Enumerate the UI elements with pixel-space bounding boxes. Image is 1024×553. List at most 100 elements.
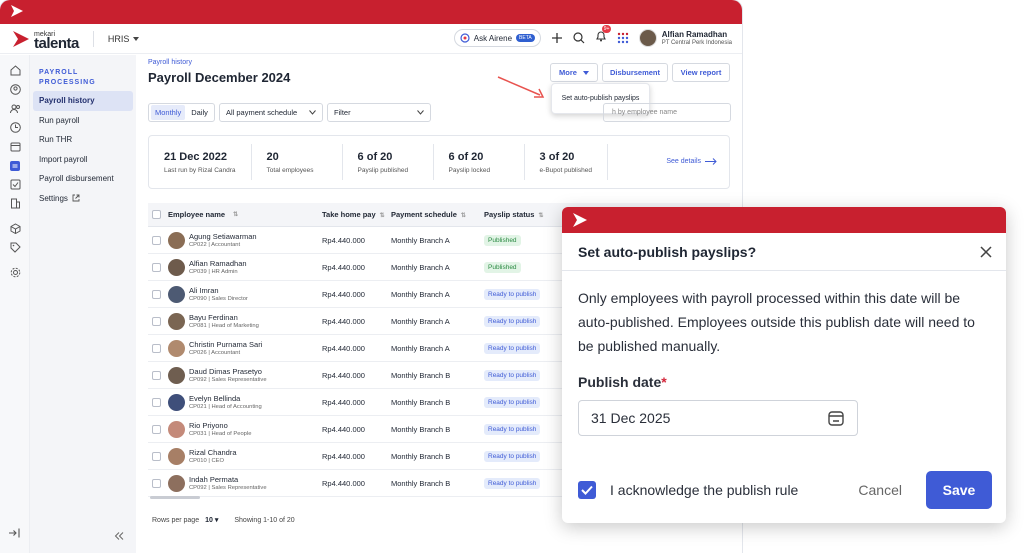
row-checkbox[interactable]: [151, 397, 161, 407]
employee-name[interactable]: Rizal Chandra: [189, 448, 237, 457]
collapse-sidebar-button[interactable]: [114, 531, 124, 543]
employee-id-role: CP081 | Head of Marketing: [189, 322, 259, 329]
rail-company[interactable]: [0, 194, 30, 213]
showing-count: Showing 1-10 of 20: [234, 516, 295, 524]
chevron-down-icon: [309, 110, 316, 115]
employee-name[interactable]: Bayu Ferdinan: [189, 313, 259, 322]
calendar-icon[interactable]: [827, 409, 845, 427]
rail-benefits[interactable]: [0, 238, 30, 257]
employee-id-role: CP010 | CEO: [189, 457, 225, 464]
col-payment-schedule[interactable]: Payment schedule ⇅: [391, 210, 484, 219]
publish-date-value: 31 Dec 2025: [591, 410, 671, 426]
publish-date-label-text: Publish date: [578, 374, 662, 390]
rail-home[interactable]: [0, 61, 30, 80]
module-switcher[interactable]: HRIS: [108, 34, 140, 44]
sidebar-item-payroll-disbursement[interactable]: Payroll disbursement: [30, 169, 136, 189]
sidebar-item-run-payroll[interactable]: Run payroll: [30, 111, 136, 131]
apps-grid-icon[interactable]: [617, 32, 629, 44]
calendar-icon: [10, 142, 20, 152]
rail-team[interactable]: [0, 99, 30, 118]
col-label: Employee name: [168, 210, 226, 219]
user-menu[interactable]: Alfian Ramadhan PT Central Perk Indonesi…: [638, 29, 732, 47]
search-icon[interactable]: [573, 32, 585, 44]
mekari-logo-icon: [11, 5, 23, 17]
plus-icon[interactable]: [551, 32, 563, 44]
employee-name[interactable]: Evelyn Bellinda: [189, 394, 262, 403]
employee-name[interactable]: Rio Priyono: [189, 421, 251, 430]
rail-payroll[interactable]: [0, 156, 30, 175]
rail-people[interactable]: [0, 80, 30, 99]
filter-value: Filter: [333, 108, 351, 117]
row-checkbox[interactable]: [151, 478, 161, 488]
rows-per-page-select[interactable]: 10 ▾: [205, 516, 218, 524]
employee-name[interactable]: Alfian Ramadhan: [189, 259, 247, 268]
employee-name[interactable]: Daud Dimas Prasetyo: [189, 367, 267, 376]
rail-tasks[interactable]: [0, 175, 30, 194]
breadcrumb[interactable]: Payroll history: [148, 59, 192, 66]
filter-select[interactable]: Filter: [326, 103, 431, 122]
close-icon[interactable]: [980, 245, 992, 258]
col-payslip-status[interactable]: Payslip status ⇅: [484, 210, 564, 219]
cancel-button[interactable]: Cancel: [858, 482, 902, 498]
brand-name: talenta: [34, 34, 79, 52]
row-checkbox[interactable]: [151, 343, 161, 353]
row-checkbox[interactable]: [151, 289, 161, 299]
horizontal-scrollbar[interactable]: [150, 496, 200, 499]
see-details-link[interactable]: See details: [666, 158, 717, 165]
menu-item-set-auto-publish[interactable]: Set auto-publish payslips: [562, 95, 640, 102]
publish-date-input[interactable]: 31 Dec 2025: [578, 400, 858, 436]
tab-daily[interactable]: Daily: [187, 105, 212, 120]
rail-assets[interactable]: [0, 219, 30, 238]
logout-button[interactable]: [8, 525, 20, 543]
payment-schedule: Monthly Branch B: [391, 397, 451, 407]
employee-name[interactable]: Agung Setiawarman: [189, 232, 257, 241]
table-footer: Rows per page 10 ▾ Showing 1-10 of 20: [152, 516, 295, 525]
ask-airene-label: Ask Airene: [473, 33, 513, 43]
row-checkbox[interactable]: [151, 235, 161, 245]
sidebar-item-settings[interactable]: Settings: [30, 189, 136, 209]
disbursement-button[interactable]: Disbursement: [602, 63, 668, 82]
employee-name[interactable]: Indah Permata: [189, 475, 267, 484]
rail-time[interactable]: [0, 118, 30, 137]
tab-monthly[interactable]: Monthly: [151, 105, 186, 120]
sidebar-item-import-payroll[interactable]: Import payroll: [30, 150, 136, 170]
employee-avatar: [168, 366, 185, 384]
user-avatar: [638, 29, 657, 47]
view-report-button[interactable]: View report: [672, 63, 730, 82]
employee-search-input[interactable]: h by employee name: [603, 103, 731, 122]
see-details-label: See details: [666, 158, 701, 165]
more-button[interactable]: More: [550, 63, 598, 82]
row-checkbox[interactable]: [151, 316, 161, 326]
rail-calendar[interactable]: [0, 137, 30, 156]
notification-button[interactable]: 9+: [595, 25, 612, 47]
status-badge: Ready to publish: [484, 315, 541, 327]
col-take-home-pay[interactable]: Take home pay ⇅: [316, 210, 391, 219]
acknowledge-checkbox[interactable]: [578, 481, 596, 499]
payment-schedule-select[interactable]: All payment schedule: [218, 103, 323, 122]
take-home-pay: Rp4.440.000: [322, 343, 365, 353]
select-all-checkbox[interactable]: [151, 210, 161, 219]
stat-label: Last run by Rizal Candra: [164, 166, 236, 174]
employee-avatar: [168, 393, 185, 411]
payroll-icon: [10, 160, 20, 171]
employee-name[interactable]: Ali Imran: [189, 286, 248, 295]
airene-icon: [460, 33, 470, 43]
take-home-pay: Rp4.440.000: [322, 316, 365, 326]
row-checkbox[interactable]: [151, 424, 161, 434]
row-checkbox[interactable]: [151, 370, 161, 380]
publish-date-label: Publish date*: [578, 370, 990, 394]
employee-name[interactable]: Christin Purnama Sari: [189, 340, 262, 349]
employee-avatar: [168, 339, 185, 357]
rail-settings[interactable]: [0, 263, 30, 282]
ask-airene-button[interactable]: Ask Airene BETA: [453, 29, 541, 47]
sidebar-item-run-thr[interactable]: Run THR: [30, 130, 136, 150]
sort-icon: ⇅: [460, 213, 466, 219]
building-icon: [10, 198, 20, 209]
save-button[interactable]: Save: [926, 471, 992, 509]
brand-logo[interactable]: mekari talenta: [12, 30, 79, 52]
sidebar-item-payroll-history[interactable]: Payroll history: [33, 91, 133, 111]
row-checkbox[interactable]: [151, 451, 161, 461]
payment-schedule: Monthly Branch A: [391, 235, 450, 245]
col-employee-name[interactable]: Employee name ⇅: [164, 210, 316, 219]
row-checkbox[interactable]: [151, 262, 161, 272]
